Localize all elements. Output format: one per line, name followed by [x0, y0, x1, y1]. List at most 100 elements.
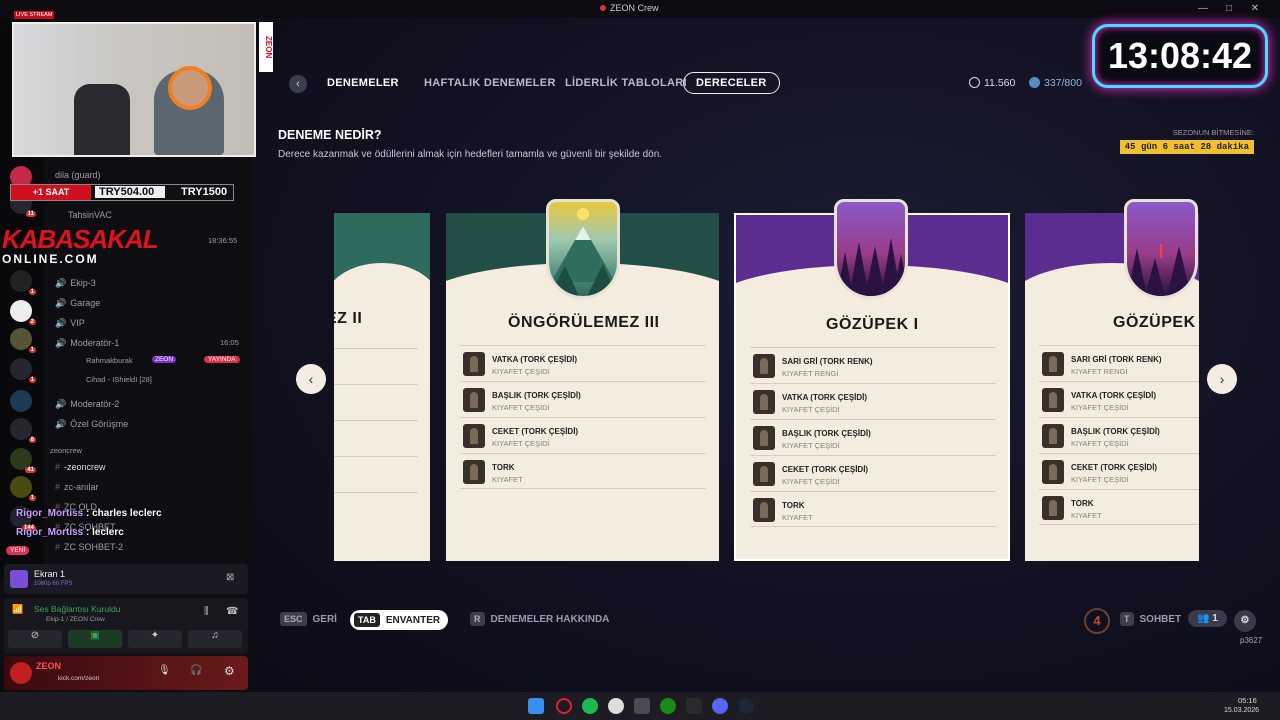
screen-share-panel[interactable]: Ekran 1 1080p 60 FPS ⊠: [4, 564, 248, 594]
key-tab: TAB: [354, 613, 380, 627]
text-channel[interactable]: # zc-anılar: [55, 482, 99, 492]
item-type: KIYAFET ÇEŞİDİ: [492, 367, 550, 376]
party-button[interactable]: 👥 1: [1188, 610, 1227, 627]
season-countdown: 45 gün 6 saat 28 dakika: [1119, 140, 1254, 154]
user-settings-gear-icon[interactable]: ⚙: [224, 664, 235, 678]
activities-button[interactable]: ✦: [128, 630, 182, 648]
app-icon[interactable]: [634, 698, 650, 714]
spotify-icon[interactable]: [582, 698, 598, 714]
avatar[interactable]: [10, 662, 32, 684]
key-t: T: [1120, 612, 1134, 626]
tab-liderlik-tablolari[interactable]: LİDERLİK TABLOLARI: [565, 77, 687, 89]
chrome-icon[interactable]: [608, 698, 624, 714]
trial-card-prev[interactable]: EZ II: [334, 213, 430, 561]
server-icon[interactable]: 1: [10, 270, 36, 295]
coins-value: 11.560: [984, 77, 1016, 89]
disconnect-icon[interactable]: ☎: [226, 606, 238, 617]
text-channel[interactable]: # ZC SOHBET-2: [55, 542, 123, 552]
list-item: CEKET (TORK ÇEŞİDİ) KIYAFET ÇEŞİDİ: [1039, 453, 1199, 489]
server-icon[interactable]: 2: [10, 300, 36, 325]
channel-label: VIP: [70, 318, 85, 328]
voice-channel[interactable]: 🔊 Özel Görüşme: [55, 419, 128, 430]
user-name: ZEON: [36, 661, 62, 671]
channel-label: Garage: [70, 298, 101, 308]
microphone-icon[interactable]: 🎙: [158, 665, 171, 676]
tab-dereceler[interactable]: DERECELER: [683, 72, 780, 94]
steam-icon[interactable]: [738, 698, 754, 714]
voice-channel[interactable]: 🔊 Moderatör-2: [55, 399, 119, 410]
server-icon[interactable]: [10, 390, 32, 412]
server-icon[interactable]: 1: [10, 476, 36, 501]
carousel-next-button[interactable]: ›: [1207, 364, 1237, 394]
item-type: KIYAFET ÇEŞİDİ: [492, 403, 550, 412]
server-icon[interactable]: 1: [10, 328, 36, 353]
camera-off-button[interactable]: ⊘: [8, 630, 62, 648]
list-item: BAŞLIK (TORK ÇEŞİDİ) KIYAFET ÇEŞİDİ: [1039, 417, 1199, 453]
voice-channel[interactable]: 🔊 Ekip-3: [55, 278, 96, 289]
coin-icon: [969, 77, 980, 88]
category-label[interactable]: zeoncrew: [50, 446, 82, 455]
maximize-button[interactable]: □: [1222, 2, 1236, 16]
chat-action[interactable]: T SOHBET: [1120, 612, 1181, 626]
tab-denemeler[interactable]: DENEMELER: [327, 77, 399, 89]
headset-image: [168, 66, 212, 110]
start-icon[interactable]: [528, 698, 544, 714]
text-channel[interactable]: # -zeoncrew: [55, 462, 106, 472]
headphones-icon[interactable]: 🎧: [190, 665, 202, 676]
xbox-icon[interactable]: [660, 698, 676, 714]
about-action[interactable]: R DENEMELER HAKKINDA: [470, 612, 609, 626]
voice-channel[interactable]: 🔊 VIP: [55, 318, 85, 329]
channel-user[interactable]: dila (guard): [55, 170, 101, 180]
forest-badge-icon: [834, 199, 908, 299]
chat-message: Rigor_Mortiss : charles leclerc: [16, 508, 162, 519]
outfit-icon: [1042, 352, 1064, 376]
windows-taskbar: 05:16 15.03.2026: [0, 692, 1280, 720]
list-item: [334, 492, 418, 528]
share-screen-button[interactable]: ▣: [68, 630, 122, 648]
soundboard-button[interactable]: ♫: [188, 630, 242, 648]
voice-user[interactable]: Rahmakburak: [86, 356, 133, 365]
channel-user[interactable]: TahsinVAC: [68, 210, 112, 220]
currency-coins: 11.560: [969, 77, 1015, 89]
voice-channel[interactable]: 🔊 Moderatör-1: [55, 338, 119, 349]
tab-haftalik-denemeler[interactable]: HAFTALIK DENEMELER: [424, 77, 556, 89]
username: p3627: [1240, 636, 1263, 645]
inventory-action[interactable]: TAB ENVANTER: [350, 610, 449, 630]
close-button[interactable]: ✕: [1248, 2, 1262, 16]
noise-suppression-icon[interactable]: ⫼: [204, 606, 209, 617]
forest-icon: [1127, 244, 1191, 296]
item-name: TORK: [782, 501, 805, 510]
server-icon[interactable]: 41: [10, 448, 36, 473]
time-badge: +1 SAAT: [11, 185, 91, 200]
stream-clock: 13:08:42: [1092, 24, 1268, 88]
back-action[interactable]: ESC GERİ: [280, 612, 337, 626]
item-name: BAŞLIK (TORK ÇEŞİDİ): [1071, 427, 1160, 436]
item-type: KIYAFET ÇEŞİDİ: [1071, 403, 1129, 412]
about-label: DENEMELER HAKKINDA: [490, 614, 610, 625]
price-current: TRY504.00: [95, 186, 165, 198]
party-count: 1: [1212, 613, 1218, 624]
opera-icon[interactable]: [556, 698, 572, 714]
voice-channel[interactable]: 🔊 Garage: [55, 298, 100, 309]
minimize-button[interactable]: —: [1196, 2, 1210, 16]
settings-gear-icon[interactable]: ⚙: [1234, 610, 1256, 632]
epic-games-icon[interactable]: [686, 698, 702, 714]
voice-status: Ses Bağlantısı Kuruldu: [34, 604, 121, 614]
chat-user: Rigor_Mortiss: [16, 508, 84, 519]
back-button[interactable]: ‹: [289, 75, 307, 93]
list-item: TORK KIYAFET: [1039, 489, 1199, 525]
clock-date: 15.03.2026: [1224, 707, 1260, 714]
outfit-icon: [463, 388, 485, 412]
channel-label: zc-anılar: [64, 482, 99, 492]
server-icon[interactable]: 1: [10, 358, 36, 383]
back-label: GERİ: [312, 614, 337, 625]
outfit-icon: [1042, 460, 1064, 484]
close-stream-icon[interactable]: ⊠: [226, 572, 234, 583]
carousel-prev-button[interactable]: ‹: [296, 364, 326, 394]
voice-user[interactable]: Cihad - IShieldI [28]: [86, 375, 152, 384]
server-icon[interactable]: 8: [10, 418, 36, 443]
list-item: BAŞLIK (TORK ÇEŞİDİ) KIYAFET ÇEŞİDİ: [460, 381, 706, 417]
channel-label: -zeoncrew: [64, 462, 106, 472]
outfit-icon: [1042, 388, 1064, 412]
discord-icon[interactable]: [712, 698, 728, 714]
